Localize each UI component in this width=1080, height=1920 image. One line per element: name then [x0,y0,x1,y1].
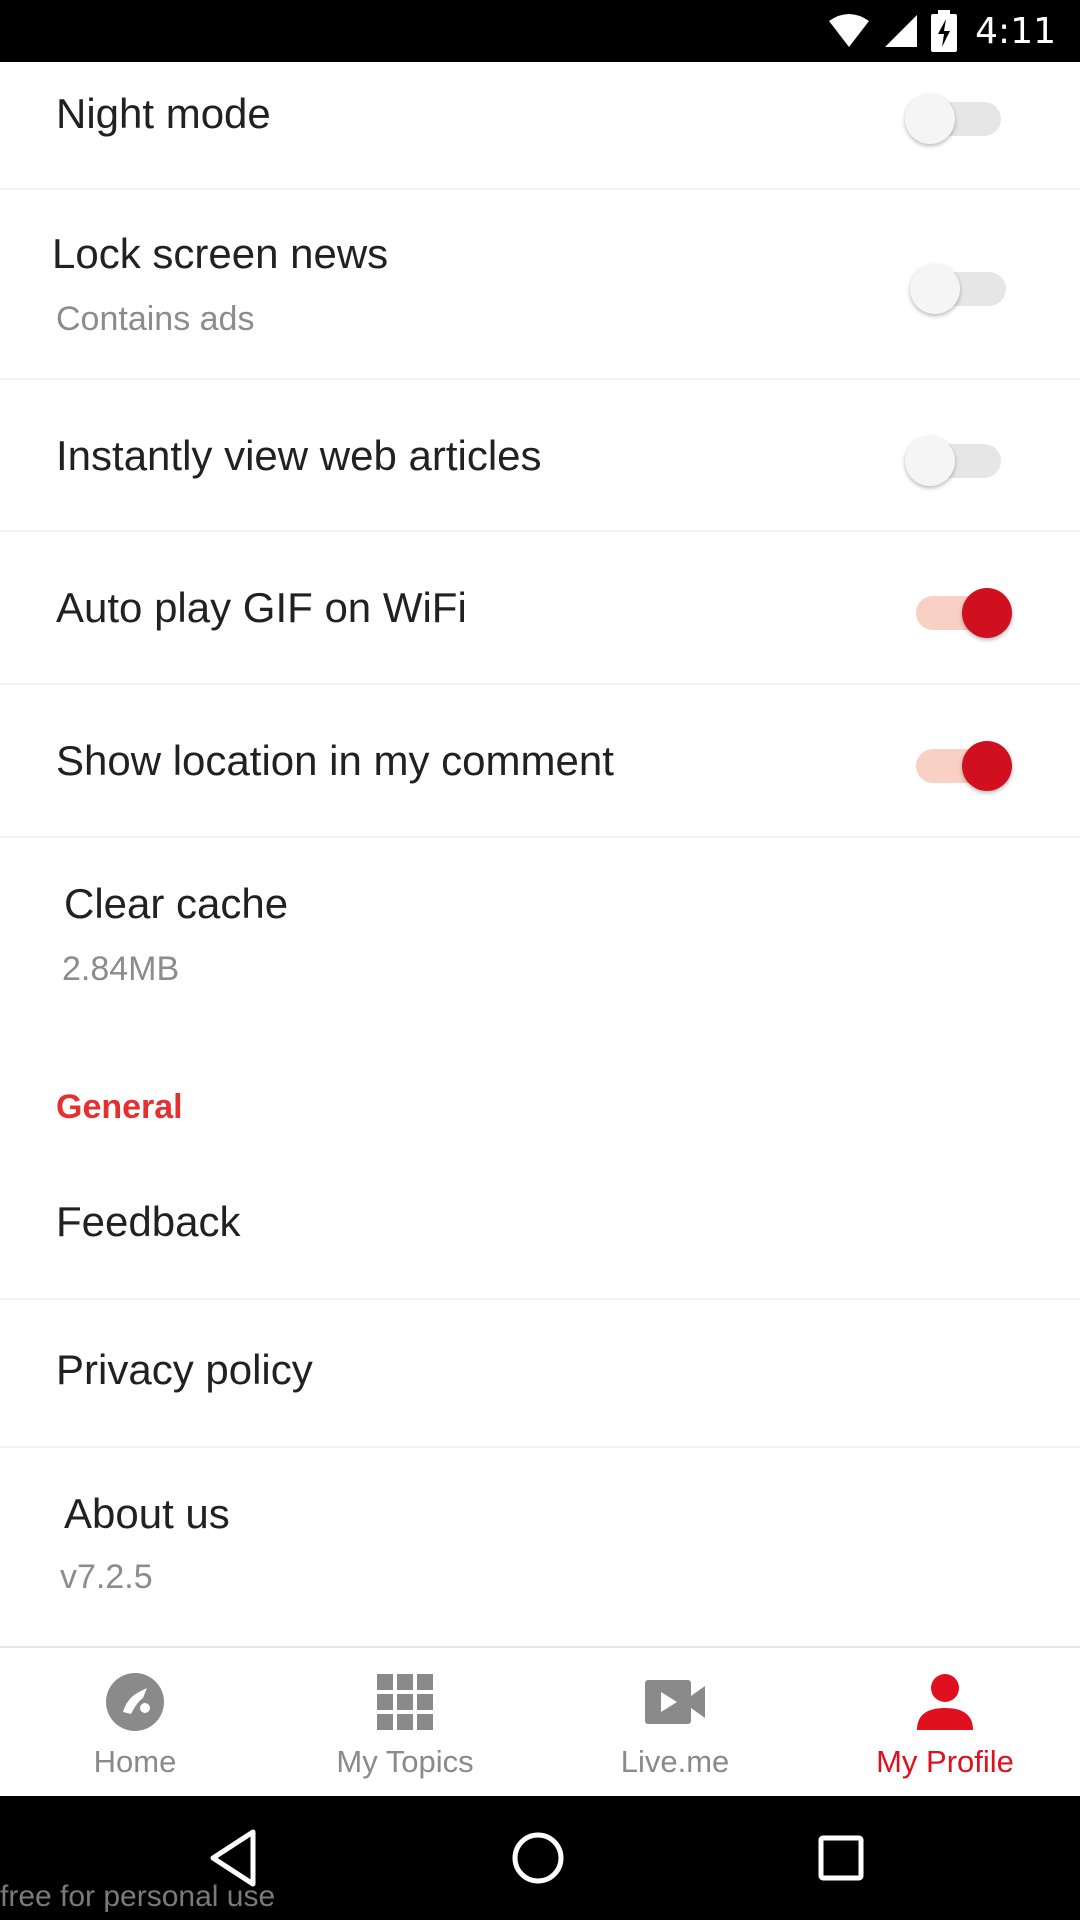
bottom-nav: Home My Topics Live.me My Profile [0,1646,1080,1796]
nav-live-me[interactable]: Live.me [540,1648,810,1798]
lock-screen-news-toggle[interactable] [910,254,1010,314]
settings-list: Night mode Lock screen news Contains ads… [0,62,1080,1646]
about-us-row[interactable]: About us v7.2.5 [0,1448,1080,1646]
home-icon [106,1673,164,1731]
recents-icon[interactable] [809,1826,873,1890]
general-section-header: General [56,1088,183,1126]
night-mode-row[interactable]: Night mode [0,62,1080,190]
video-camera-icon [645,1680,705,1724]
status-time: 4:11 [975,10,1056,52]
about-us-label: About us [64,1490,230,1537]
battery-charging-icon [931,10,958,52]
feedback-label: Feedback [56,1198,241,1245]
nav-my-topics-label: My Topics [336,1744,474,1779]
clear-cache-row[interactable]: Clear cache 2.84MB [0,838,1080,1028]
app-version: v7.2.5 [60,1558,153,1596]
toggle-thumb [910,264,960,314]
wifi-icon [829,14,870,47]
status-icons: 4:11 [827,0,1056,62]
instant-view-row[interactable]: Instantly view web articles [0,380,1080,532]
toggle-thumb [962,588,1012,638]
toggle-thumb [962,741,1012,791]
lock-screen-news-label: Lock screen news [52,230,389,277]
clear-cache-label: Clear cache [64,880,289,927]
person-icon [917,1674,973,1730]
night-mode-label: Night mode [56,90,271,137]
nav-home[interactable]: Home [0,1648,270,1798]
night-mode-toggle[interactable] [905,84,1005,144]
grid-icon [377,1674,433,1730]
lock-screen-news-row[interactable]: Lock screen news Contains ads [0,190,1080,380]
nav-my-topics[interactable]: My Topics [270,1648,540,1798]
show-location-row[interactable]: Show location in my comment [0,685,1080,838]
home-circle-icon[interactable] [506,1826,570,1890]
instant-view-label: Instantly view web articles [56,432,542,479]
lock-screen-news-subtitle: Contains ads [56,300,255,338]
cache-size-value: 2.84MB [62,950,180,988]
cell-signal-icon [885,15,918,47]
feedback-row[interactable]: Feedback [0,1152,1080,1300]
nav-live-me-label: Live.me [620,1744,730,1779]
nav-home-label: Home [93,1744,177,1779]
auto-play-gif-label: Auto play GIF on WiFi [56,584,467,631]
nav-my-profile[interactable]: My Profile [810,1648,1080,1798]
privacy-policy-label: Privacy policy [56,1346,313,1393]
show-location-toggle[interactable] [912,731,1012,791]
status-bar: 4:11 [0,0,1080,62]
show-location-label: Show location in my comment [56,737,614,784]
watermark-text: free for personal use [0,1880,276,1913]
nav-my-profile-label: My Profile [876,1744,1014,1779]
privacy-policy-row[interactable]: Privacy policy [0,1300,1080,1448]
toggle-thumb [905,94,955,144]
instant-view-toggle[interactable] [905,426,1005,486]
toggle-thumb [905,436,955,486]
system-nav-bar: free for personal use [0,1796,1080,1920]
auto-play-gif-row[interactable]: Auto play GIF on WiFi [0,532,1080,685]
auto-play-gif-toggle[interactable] [912,578,1012,638]
